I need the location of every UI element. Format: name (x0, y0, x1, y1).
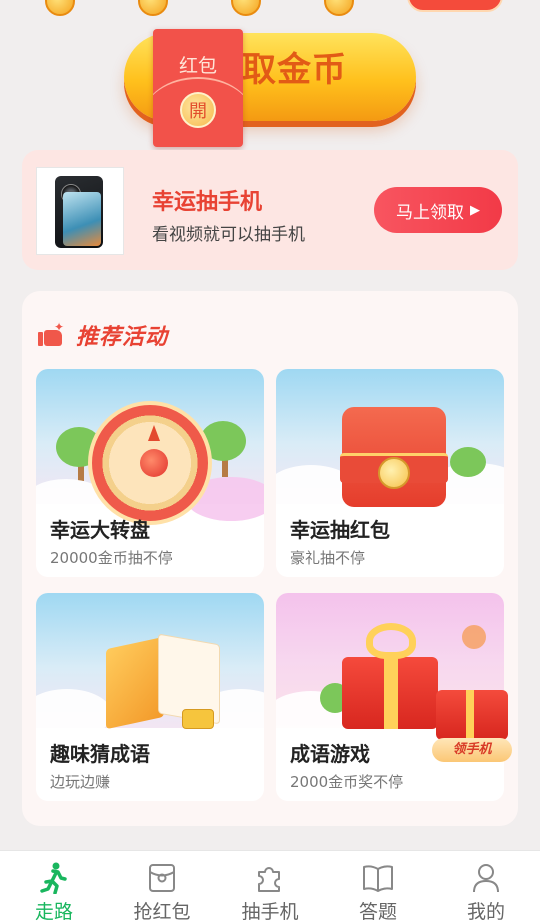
tile-lucky-red-packet[interactable]: 幸运抽红包 豪礼抽不停 (276, 369, 504, 577)
claim-now-label: 马上领取 (396, 202, 464, 223)
promo-subtitle: 看视频就可以抽手机 (152, 225, 305, 245)
open-book-illustration (36, 593, 264, 739)
phone-screen (63, 192, 101, 246)
red-envelope-label: 红包 (178, 55, 217, 77)
get-phone-label: 领手机 (432, 738, 512, 762)
claim-coins-label: 取金币 (242, 50, 347, 90)
top-coin-row (0, 0, 540, 18)
tab-draw-phone[interactable]: 抽手机 (216, 851, 324, 924)
top-action-pill[interactable] (407, 0, 503, 12)
claim-now-button[interactable]: 马上领取 ▶ (374, 187, 502, 233)
tile-subtitle: 豪礼抽不停 (290, 549, 366, 567)
thumbs-up-icon: ✦ (38, 320, 64, 348)
section-header: ✦ 推荐活动 (38, 319, 168, 351)
tab-me[interactable]: 我的 (432, 851, 540, 924)
coin-icon (45, 0, 75, 16)
red-packet-icon (145, 861, 179, 895)
tile-subtitle: 边玩边赚 (50, 773, 111, 791)
tile-title: 幸运抽红包 (290, 518, 390, 542)
bottom-tab-bar: 走路 抢红包 抽手机 答题 我的 (0, 850, 540, 924)
user-icon (469, 861, 503, 895)
tile-title: 幸运大转盘 (50, 518, 150, 542)
red-packet-icon (340, 407, 448, 507)
coin-icon (138, 0, 168, 16)
tab-quiz[interactable]: 答题 (324, 851, 432, 924)
tab-label: 抢红包 (133, 901, 191, 923)
coin-icon (324, 0, 354, 16)
red-envelope[interactable]: 红包 開 (153, 29, 243, 147)
tile-idiom-guessing[interactable]: 趣味猜成语 边玩边赚 (36, 593, 264, 801)
tile-subtitle: 2000金币奖不停 (290, 773, 404, 791)
tab-label: 走路 (34, 901, 73, 923)
promo-title: 幸运抽手机 (152, 190, 263, 215)
coin-stack-icon (182, 709, 214, 729)
open-seal-icon: 開 (180, 92, 216, 128)
tab-label: 抽手机 (241, 901, 299, 923)
walking-person-icon (37, 861, 71, 895)
tile-subtitle: 20000金币抽不停 (50, 549, 173, 567)
tile-title: 成语游戏 (290, 742, 370, 766)
play-arrow-icon: ▶ (470, 202, 480, 218)
prize-wheel-icon (88, 401, 212, 525)
phone-image (36, 167, 124, 255)
section-title: 推荐活动 (76, 325, 169, 350)
lucky-wheel-illustration (36, 369, 264, 525)
red-packet-illustration (276, 369, 504, 513)
tab-walk[interactable]: 走路 (0, 851, 108, 924)
tab-label: 我的 (466, 901, 505, 923)
tile-lucky-wheel[interactable]: 幸运大转盘 20000金币抽不停 (36, 369, 264, 577)
tab-label: 答题 (358, 901, 397, 923)
tab-red-packet[interactable]: 抢红包 (108, 851, 216, 924)
gift-box-icon (342, 623, 438, 729)
get-phone-floating-badge[interactable]: 领手机 (432, 680, 512, 766)
puzzle-icon (253, 861, 287, 895)
tile-title: 趣味猜成语 (50, 742, 150, 766)
lucky-phone-promo-card[interactable]: 幸运抽手机 看视频就可以抽手机 马上领取 ▶ (22, 150, 518, 270)
book-icon (361, 861, 395, 895)
coin-icon (231, 0, 261, 16)
